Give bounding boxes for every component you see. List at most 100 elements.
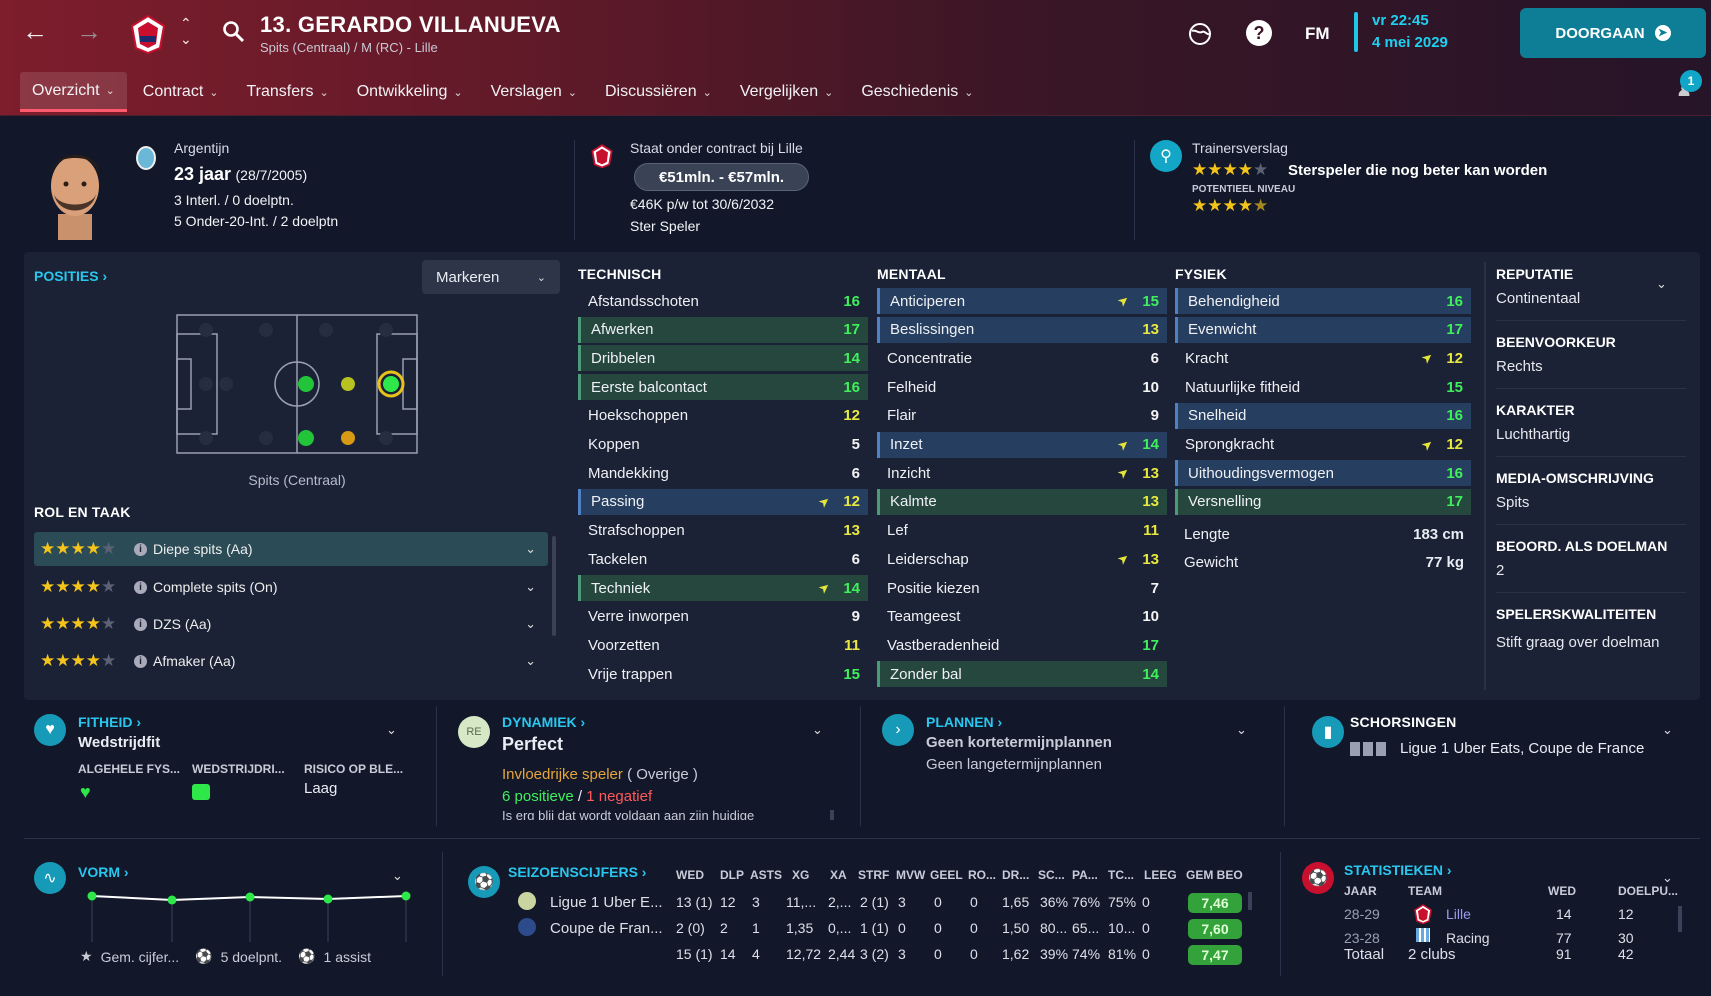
stats-scrollbar[interactable] — [1678, 906, 1682, 932]
attribute-row[interactable]: Snelheid 16 — [1175, 402, 1471, 429]
info-icon[interactable]: i — [134, 617, 147, 631]
chevron-down-icon[interactable]: ⌄ — [1662, 722, 1673, 738]
heart-icon[interactable]: ♥ — [34, 714, 66, 746]
attribute-row[interactable]: Passing ➤ 12 — [578, 488, 868, 515]
info-icon[interactable]: i — [134, 580, 147, 594]
chevron-down-icon[interactable]: ⌄ — [1656, 276, 1667, 292]
trend-icon[interactable]: ∿ — [34, 862, 66, 894]
chevron-down-icon[interactable]: ⌄ — [525, 616, 536, 632]
attribute-row[interactable]: Uithoudingsvermogen 16 — [1175, 460, 1471, 487]
competition-name[interactable]: Coupe de Fran... — [550, 920, 663, 937]
search-icon[interactable] — [222, 20, 246, 44]
season-col-header[interactable]: WED — [676, 868, 704, 882]
chevron-down-icon[interactable]: ⌄ — [525, 541, 536, 557]
tab-geschiedenis[interactable]: Geschiedenis ⌄ — [849, 72, 985, 112]
attribute-row[interactable]: Mandekking 6 — [578, 460, 868, 486]
attribute-row[interactable]: Vastberadenheid 17 — [877, 632, 1167, 658]
attribute-row[interactable]: Verre inworpen 9 — [578, 604, 868, 630]
dynamics-scrollbar[interactable] — [830, 810, 834, 820]
attribute-row[interactable]: Felheid 10 — [877, 374, 1167, 400]
season-col-header[interactable]: PA... — [1072, 868, 1098, 882]
attribute-row[interactable]: Inzet ➤ 14 — [877, 431, 1167, 458]
attribute-row[interactable]: Versnelling 17 — [1175, 488, 1471, 515]
season-col-header[interactable]: DR... — [1002, 868, 1029, 882]
attribute-row[interactable]: Flair 9 — [877, 403, 1167, 429]
attribute-row[interactable]: Techniek ➤ 14 — [578, 575, 868, 601]
attribute-row[interactable]: Lef 11 — [877, 518, 1167, 544]
tab-discussieren[interactable]: Discussiëren ⌄ — [593, 72, 724, 112]
attribute-row[interactable]: Afstandsschoten 16 — [578, 288, 868, 314]
attribute-row[interactable]: Hoekschoppen 12 — [578, 403, 868, 429]
card-icon[interactable]: ▮ — [1312, 716, 1344, 748]
magnifier-icon[interactable]: ⚲ — [1150, 140, 1182, 172]
season-col-header[interactable]: DLP — [720, 868, 744, 882]
tab-vergelijken[interactable]: Vergelijken ⌄ — [728, 72, 846, 112]
season-col-header[interactable]: LEEG — [1144, 868, 1177, 882]
positions-link[interactable]: POSITIES › — [34, 268, 107, 284]
attribute-row[interactable]: Dribbelen 14 — [578, 345, 868, 372]
info-icon[interactable]: i — [134, 654, 147, 668]
fm-logo[interactable]: FM — [1305, 24, 1330, 44]
transfer-value[interactable]: €51mln. - €57mln. — [634, 163, 809, 191]
dynamics-badge[interactable]: RE — [458, 716, 490, 748]
attribute-row[interactable]: Voorzetten 11 — [578, 632, 868, 658]
chevron-down-icon[interactable]: ⌄ — [180, 32, 192, 46]
attribute-row[interactable]: Concentratie 6 — [877, 345, 1167, 371]
arrow-right-circle-icon[interactable]: › — [882, 714, 914, 746]
attribute-row[interactable]: Strafschoppen 13 — [578, 518, 868, 544]
role-row[interactable]: ★★★★★ i Diepe spits (Aa) ⌄ — [34, 532, 548, 566]
season-col-header[interactable]: STRF — [858, 868, 889, 882]
season-link[interactable]: SEIZOENSCIJFERS › — [508, 864, 646, 880]
mark-dropdown[interactable]: Markeren ⌄ — [422, 260, 560, 294]
attribute-row[interactable]: Beslissingen 13 — [877, 316, 1167, 343]
season-col-header[interactable]: GEEL — [930, 868, 963, 882]
attribute-row[interactable]: Kracht ➤ 12 — [1175, 345, 1471, 371]
chevron-down-icon[interactable]: ⌄ — [386, 722, 397, 738]
roles-scrollbar[interactable] — [552, 536, 556, 636]
club-crest-icon[interactable] — [590, 144, 614, 168]
chevron-down-icon[interactable]: ⌄ — [812, 722, 823, 738]
back-arrow-icon[interactable]: ← — [22, 18, 48, 44]
attribute-row[interactable]: Kalmte 13 — [877, 488, 1167, 515]
world-icon[interactable] — [1186, 20, 1214, 48]
role-row[interactable]: ★★★★★ i Complete spits (On) ⌄ — [34, 570, 548, 604]
attribute-row[interactable]: Positie kiezen 7 — [877, 575, 1167, 601]
attribute-row[interactable]: Evenwicht 17 — [1175, 316, 1471, 343]
stats-col-year[interactable]: JAAR — [1344, 884, 1377, 898]
info-icon[interactable]: i — [134, 542, 147, 556]
tab-verslagen[interactable]: Verslagen ⌄ — [479, 72, 589, 112]
competition-name[interactable]: Ligue 1 Uber E... — [550, 894, 663, 911]
attribute-row[interactable]: Behendigheid 16 — [1175, 288, 1471, 314]
report-heading[interactable]: Trainersverslag — [1192, 140, 1288, 156]
ball-icon[interactable]: ⚽ — [468, 866, 500, 898]
stats-link[interactable]: STATISTIEKEN › — [1344, 862, 1452, 878]
chevron-up-icon[interactable]: ⌃ — [180, 16, 192, 30]
stats-col-goals[interactable]: DOELPU... — [1618, 884, 1678, 898]
role-row[interactable]: ★★★★★ i Afmaker (Aa) ⌄ — [34, 644, 548, 678]
attribute-row[interactable]: Leiderschap ➤ 13 — [877, 546, 1167, 572]
season-col-header[interactable]: GEM BEO — [1186, 868, 1243, 882]
season-col-header[interactable]: TC... — [1108, 868, 1134, 882]
tab-ontwikkeling[interactable]: Ontwikkeling ⌄ — [345, 72, 475, 112]
season-col-header[interactable]: SC... — [1038, 868, 1065, 882]
season-col-header[interactable]: XA — [830, 868, 847, 882]
dynamics-link[interactable]: DYNAMIEK › — [502, 714, 585, 730]
attribute-row[interactable]: Anticiperen ➤ 15 — [877, 288, 1167, 314]
season-col-header[interactable]: MVW — [896, 868, 925, 882]
attribute-row[interactable]: Natuurlijke fitheid 15 — [1175, 374, 1471, 400]
attribute-row[interactable]: Zonder bal 14 — [877, 661, 1167, 688]
attribute-row[interactable]: Koppen 5 — [578, 432, 868, 458]
nation-flag-icon[interactable] — [136, 146, 156, 170]
attribute-row[interactable]: Sprongkracht ➤ 12 — [1175, 432, 1471, 458]
tab-transfers[interactable]: Transfers ⌄ — [234, 72, 340, 112]
forward-arrow-icon[interactable]: → — [76, 18, 102, 44]
continue-button[interactable]: DOORGAAN ➤ — [1520, 8, 1706, 58]
nationality[interactable]: Argentijn — [174, 140, 229, 156]
tab-overzicht[interactable]: Overzicht ⌄ — [20, 72, 127, 112]
attribute-row[interactable]: Tackelen 6 — [578, 546, 868, 572]
contract-heading[interactable]: Staat onder contract bij Lille — [630, 140, 803, 156]
fitness-link[interactable]: FITHEID › — [78, 714, 141, 730]
stats-col-games[interactable]: WED — [1548, 884, 1576, 898]
attribute-row[interactable]: Inzicht ➤ 13 — [877, 460, 1167, 486]
chevron-down-icon[interactable]: ⌄ — [1236, 722, 1247, 738]
